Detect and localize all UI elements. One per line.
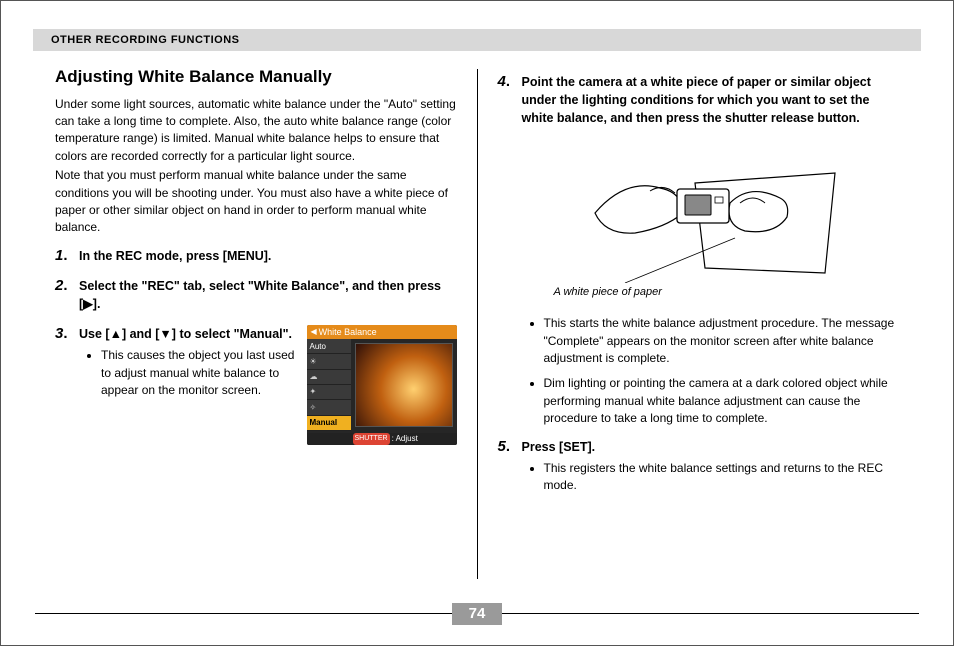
step-title: In the REC mode, press [MENU].: [79, 247, 457, 265]
step-title: Point the camera at a white piece of pap…: [522, 73, 900, 127]
steps-list-left: 1. In the REC mode, press [MENU]. 2. Sel…: [55, 247, 457, 445]
menu-titlebar: White Balance: [307, 325, 457, 339]
bullet-item: This registers the white balance setting…: [544, 460, 900, 495]
shutter-badge: SHUTTER: [353, 433, 390, 445]
menu-item: ✦: [307, 385, 351, 400]
step-3-bullets: This causes the object you last used to …: [79, 347, 295, 399]
steps-list-right: 4. Point the camera at a white piece of …: [498, 73, 900, 495]
intro-paragraph-2: Note that you must perform manual white …: [55, 167, 457, 237]
illustration-caption: A white piece of paper: [554, 285, 900, 301]
step-number: 4.: [498, 71, 511, 93]
bullet-item: This causes the object you last used to …: [101, 347, 295, 399]
step-title: Use [▲] and [▼] to select "Manual".: [79, 325, 295, 343]
footer-text: : Adjust: [392, 433, 418, 445]
section-header: OTHER RECORDING FUNCTIONS: [33, 29, 921, 51]
menu-item-manual: Manual: [307, 416, 351, 431]
menu-footer: SHUTTER : Adjust: [307, 433, 457, 445]
content-columns: Adjusting White Balance Manually Under s…: [35, 63, 919, 585]
camera-menu-screenshot: White Balance Auto ☀ ☁ ✦ ✧ Manual: [307, 325, 457, 445]
page-number: 74: [452, 603, 502, 625]
menu-item-auto: Auto: [307, 339, 351, 354]
step-4: 4. Point the camera at a white piece of …: [498, 73, 900, 428]
section-title-text: OTHER RECORDING FUNCTIONS: [51, 34, 240, 46]
intro-paragraph-1: Under some light sources, automatic whit…: [55, 96, 457, 166]
step-number: 1.: [55, 245, 68, 267]
step-5: 5. Press [SET]. This registers the white…: [498, 438, 900, 495]
step-4-bullets: This starts the white balance adjustment…: [522, 315, 900, 427]
menu-sidebar: Auto ☀ ☁ ✦ ✧ Manual: [307, 339, 351, 431]
step-number: 5.: [498, 436, 511, 458]
step-number: 3.: [55, 323, 68, 345]
step-2: 2. Select the "REC" tab, select "White B…: [55, 277, 457, 313]
manual-page: OTHER RECORDING FUNCTIONS Adjusting Whit…: [0, 0, 954, 646]
right-column: 4. Point the camera at a white piece of …: [478, 63, 920, 585]
step-3: 3. Use [▲] and [▼] to select "Manual". T…: [55, 325, 457, 445]
step-number: 2.: [55, 275, 68, 297]
illustration-wrap: [522, 143, 900, 283]
step-title: Press [SET].: [522, 438, 900, 456]
page-title: Adjusting White Balance Manually: [55, 65, 457, 90]
step-3-text: Use [▲] and [▼] to select "Manual". This…: [79, 325, 295, 407]
menu-item: ☀: [307, 354, 351, 369]
menu-item: ☁: [307, 370, 351, 385]
step-title: Select the "REC" tab, select "White Bala…: [79, 277, 457, 313]
hands-camera-paper-illustration: [565, 143, 855, 283]
step-3-row: Use [▲] and [▼] to select "Manual". This…: [79, 325, 457, 445]
intro-text: Under some light sources, automatic whit…: [55, 96, 457, 237]
bullet-item: This starts the white balance adjustment…: [544, 315, 900, 367]
step-1: 1. In the REC mode, press [MENU].: [55, 247, 457, 265]
left-column: Adjusting White Balance Manually Under s…: [35, 63, 477, 585]
bullet-item: Dim lighting or pointing the camera at a…: [544, 375, 900, 427]
step-5-bullets: This registers the white balance setting…: [522, 460, 900, 495]
menu-preview-image: [355, 343, 453, 427]
menu-item: ✧: [307, 400, 351, 415]
